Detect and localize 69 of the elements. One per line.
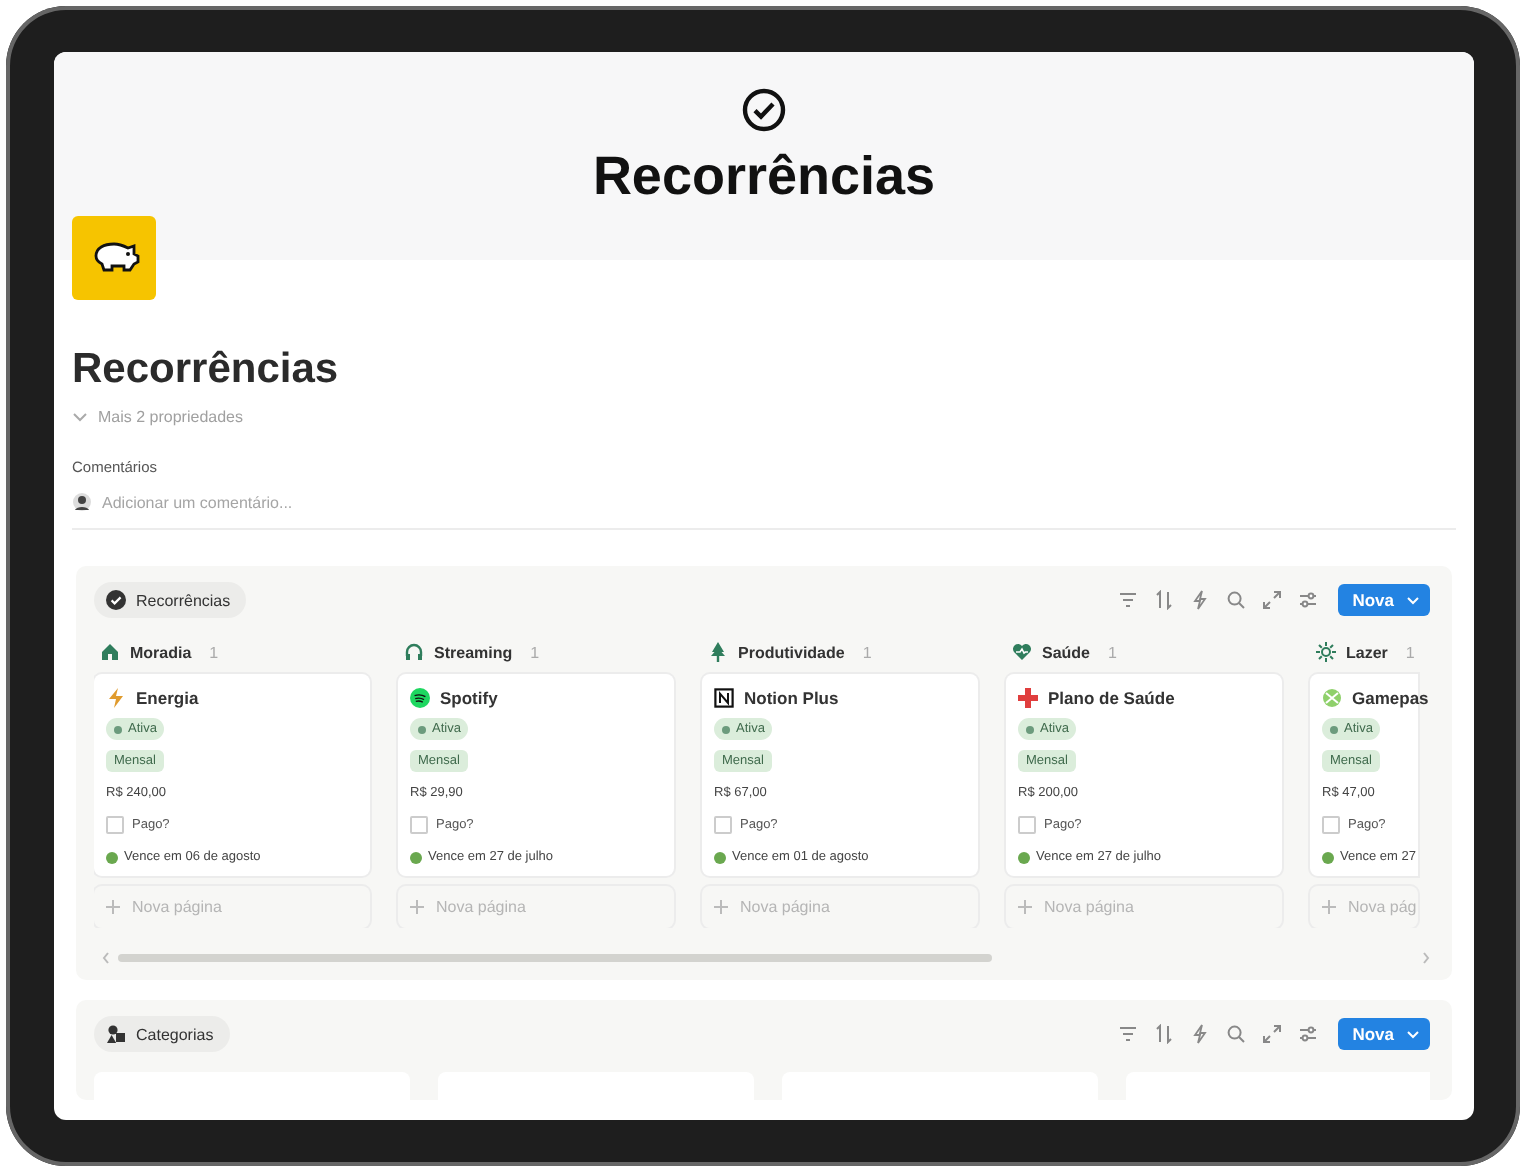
headphones-icon [404, 642, 424, 662]
plus-icon [714, 900, 728, 914]
card-title: Plano de Saúde [1048, 687, 1175, 707]
status-dot [1322, 851, 1334, 863]
plus-icon [1322, 900, 1336, 914]
expand-icon[interactable] [1262, 1024, 1283, 1044]
filter-icon[interactable] [1118, 590, 1139, 610]
card-title: Notion Plus [744, 687, 839, 707]
filter-icon[interactable] [1118, 1024, 1139, 1044]
plus-icon [106, 900, 120, 914]
page-header-title: Recorrências [592, 146, 936, 208]
group-name: Saúde [1042, 643, 1091, 661]
scroll-left-icon [102, 952, 110, 964]
group-name: Streaming [434, 643, 513, 661]
view-tab[interactable]: Categorias [94, 1016, 230, 1052]
new-button[interactable]: Nova [1338, 1018, 1430, 1050]
more-properties-toggle[interactable]: Mais 2 propriedades [72, 408, 1456, 426]
card-title: Energia [136, 687, 199, 707]
lightning-icon[interactable] [1190, 590, 1211, 610]
scroll-right-icon [1422, 952, 1430, 964]
caret-icon [1406, 596, 1420, 606]
sort-icon[interactable] [1154, 1024, 1175, 1044]
status-dot [714, 851, 726, 863]
house-icon [100, 642, 120, 662]
group-count: 1 [530, 643, 540, 661]
status-dot [410, 851, 422, 863]
page-title: Recorrências [72, 344, 341, 396]
group-count: 1 [1405, 643, 1415, 661]
expand-icon[interactable] [1262, 590, 1283, 610]
group-name: Lazer [1346, 643, 1388, 661]
checkbox[interactable] [714, 816, 732, 834]
sort-icon[interactable] [1154, 590, 1175, 610]
plus-icon [410, 900, 424, 914]
new-button[interactable]: Nova [1338, 584, 1430, 616]
cross-icon [1018, 687, 1038, 707]
checkbox[interactable] [1018, 816, 1036, 834]
card-title: Gamepas [1352, 687, 1429, 707]
checkbox[interactable] [1322, 816, 1340, 834]
sliders-icon[interactable] [1298, 1024, 1319, 1044]
view-tab[interactable]: Recorrências [94, 582, 247, 618]
plus-icon [1018, 900, 1032, 914]
status-dot [1018, 851, 1030, 863]
comment-placeholder[interactable]: Adicionar um comentário... [102, 493, 293, 511]
scrollbar-thumb[interactable] [118, 954, 992, 962]
status-dot [106, 851, 118, 863]
heart-pulse-icon [1012, 642, 1032, 662]
group-name: Moradia [130, 643, 192, 661]
lightning-icon [106, 687, 126, 707]
check-circle-icon [106, 590, 126, 610]
chevron-down-icon [72, 411, 88, 423]
search-icon[interactable] [1226, 1024, 1247, 1044]
checkbox[interactable] [410, 816, 428, 834]
group-name: Produtividade [738, 643, 845, 661]
group-count: 1 [862, 643, 872, 661]
group-count: 1 [209, 643, 219, 661]
card-title: Spotify [440, 687, 498, 707]
checkbox[interactable] [106, 816, 124, 834]
sliders-icon[interactable] [1298, 590, 1319, 610]
music-circle-icon [410, 687, 430, 707]
group-count: 1 [1108, 643, 1117, 661]
search-icon[interactable] [1226, 590, 1247, 610]
shapes-icon [106, 1024, 126, 1044]
check-circle-icon [740, 86, 788, 134]
avatar-icon [72, 492, 92, 512]
letter-n-cube-icon [714, 687, 734, 707]
tree-icon [708, 642, 728, 662]
caret-icon [1406, 1030, 1420, 1040]
lightning-icon[interactable] [1190, 1024, 1211, 1044]
sun-icon [1316, 642, 1336, 662]
